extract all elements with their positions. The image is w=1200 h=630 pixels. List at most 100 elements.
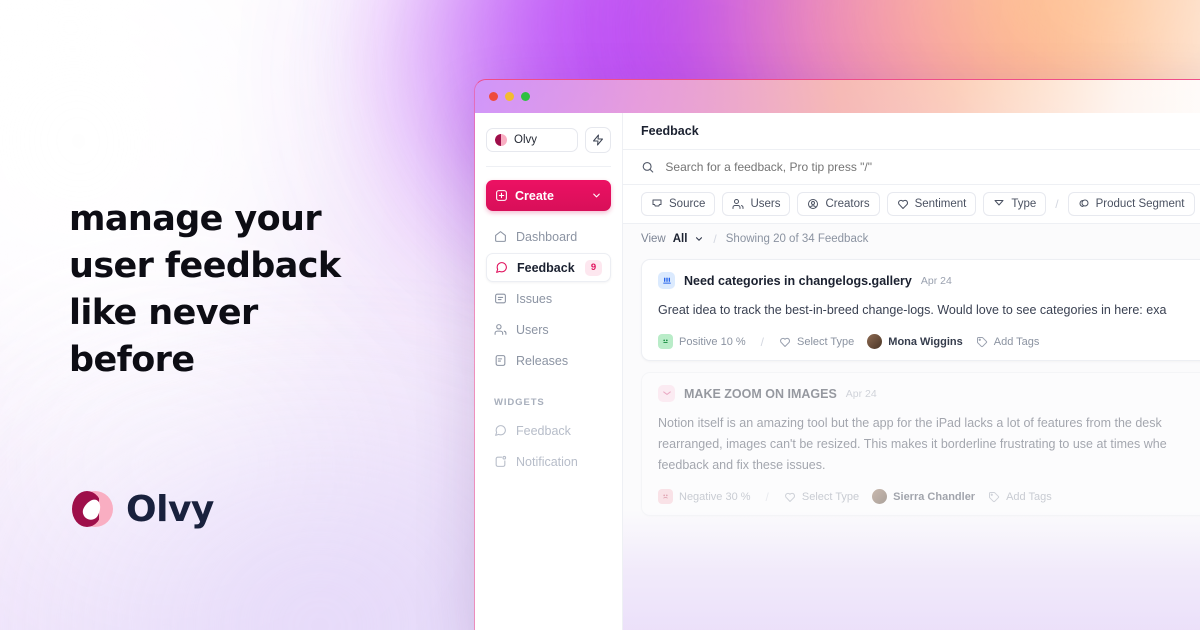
filter-chip-label: Users — [750, 198, 781, 210]
list-card-icon — [495, 293, 506, 304]
workspace-label: Olvy — [514, 134, 537, 146]
sentiment-icon — [897, 199, 908, 209]
window-close-button[interactable] — [489, 92, 498, 101]
filter-triangle-icon — [994, 200, 1004, 206]
widgets-section-title: WIDGETS — [494, 397, 545, 408]
window-maximize-button[interactable] — [521, 92, 530, 101]
sidebar-item-label: Notification — [516, 454, 578, 469]
brand-lockup: Olvy — [69, 487, 214, 531]
feedback-card-header: Need categories in changelogs.gallery Ap… — [658, 272, 1200, 289]
sidebar-item-label: Feedback — [516, 423, 571, 438]
select-type-button[interactable]: Select Type — [779, 336, 854, 348]
tag-icon — [989, 491, 1000, 502]
sidebar-item-widget-notification[interactable]: Notification — [486, 447, 611, 476]
sidebar-item-users[interactable]: Users — [486, 315, 611, 344]
inbox-icon — [652, 199, 662, 207]
create-button-label: Create — [515, 188, 554, 203]
sidebar-item-label: Releases — [516, 353, 569, 368]
tag-icon — [976, 336, 987, 347]
sidebar-item-widget-feedback[interactable]: Feedback — [486, 416, 611, 445]
lightning-bolt-button[interactable] — [585, 127, 611, 153]
home-icon — [495, 231, 506, 242]
sidebar: Olvy Create Dashboard Feedback 9 Issues … — [475, 113, 623, 630]
sentiment-label: Positive 10 % — [679, 335, 746, 348]
tag-outline-icon — [780, 337, 790, 347]
sidebar-item-releases[interactable]: Releases — [486, 346, 611, 375]
chat-bubble-icon — [496, 262, 507, 273]
sidebar-item-issues[interactable]: Issues — [486, 284, 611, 313]
sidebar-item-label: Users — [516, 322, 549, 337]
feedback-body: Notion itself is an amazing tool but the… — [658, 416, 1167, 472]
sidebar-item-feedback[interactable]: Feedback 9 — [486, 253, 611, 282]
users-icon — [494, 324, 507, 335]
filter-chip-label: Type — [1011, 198, 1037, 210]
filter-chip-source[interactable]: Source — [641, 192, 716, 216]
sidebar-nav: Dashboard Feedback 9 Issues Users Releas… — [486, 222, 611, 476]
add-tags-label: Add Tags — [1006, 490, 1052, 503]
sentiment-label: Negative 30 % — [679, 490, 751, 503]
sidebar-item-dashboard[interactable]: Dashboard — [486, 222, 611, 251]
hero-section: manage your user feedback like never bef… — [69, 196, 459, 384]
feedback-card[interactable]: Need categories in changelogs.gallery Ap… — [641, 259, 1200, 361]
feedback-body: Great idea to track the best-in-breed ch… — [658, 303, 1167, 317]
filter-chip-product-segment[interactable]: Product Segment — [1067, 192, 1195, 216]
search-bar[interactable] — [623, 150, 1200, 185]
feedback-card[interactable]: MAKE ZOOM ON IMAGES Apr 24 Notion itself… — [641, 372, 1200, 516]
feedback-date: Apr 24 — [920, 274, 952, 287]
search-input[interactable] — [665, 160, 1200, 174]
window-titlebar — [475, 80, 1200, 113]
chevron-down-icon[interactable] — [694, 234, 704, 244]
select-type-button[interactable]: Select Type — [784, 491, 859, 503]
smiley-negative-icon — [658, 489, 673, 504]
filter-chip-creators[interactable]: Creators — [797, 192, 880, 216]
feedback-author[interactable]: Mona Wiggins — [867, 334, 963, 349]
view-value[interactable]: All — [673, 233, 688, 245]
feedback-card-footer: Negative 30 % / Select Type Sierra Chand… — [658, 489, 1200, 504]
add-tags-button[interactable]: Add Tags — [976, 335, 1040, 348]
feedback-author[interactable]: Sierra Chandler — [872, 489, 975, 504]
create-button[interactable]: Create — [486, 180, 611, 211]
lightning-bolt-icon — [593, 134, 603, 146]
list-fade-overlay — [623, 510, 1200, 630]
chevron-down-icon — [593, 193, 600, 198]
window-minimize-button[interactable] — [505, 92, 514, 101]
filter-separator: / — [1055, 197, 1059, 211]
feedback-title: Need categories in changelogs.gallery — [684, 273, 912, 288]
app-window: Olvy Create Dashboard Feedback 9 Issues … — [474, 79, 1200, 630]
segment-icon — [1079, 199, 1089, 207]
author-name: Sierra Chandler — [893, 490, 976, 503]
page-title: Feedback — [641, 124, 699, 138]
filter-chip-users[interactable]: Users — [722, 192, 791, 216]
view-label: View — [641, 232, 666, 245]
feedback-card-header: MAKE ZOOM ON IMAGES Apr 24 — [658, 385, 1200, 402]
avatar — [867, 334, 883, 349]
add-tags-button[interactable]: Add Tags — [988, 491, 1052, 503]
sidebar-item-label: Issues — [516, 291, 553, 306]
view-separator: / — [713, 231, 717, 246]
feedback-list: Need categories in changelogs.gallery Ap… — [623, 253, 1200, 630]
sentiment-badge[interactable]: Negative 30 % — [658, 489, 751, 504]
creator-icon — [808, 199, 819, 209]
main-header: Feedback — [623, 113, 1200, 150]
main-content: Feedback Source — [623, 113, 1200, 630]
page-headline: manage your user feedback like never bef… — [69, 199, 341, 380]
filter-chip-label: Product Segment — [1095, 198, 1185, 210]
feedback-count-badge: 9 — [585, 259, 602, 276]
window-body: Olvy Create Dashboard Feedback 9 Issues … — [475, 113, 1200, 630]
sidebar-top: Olvy — [486, 113, 611, 167]
filter-chip-label: Sentiment — [914, 198, 967, 210]
add-tags-label: Add Tags — [993, 335, 1040, 348]
select-type-label: Select Type — [801, 490, 860, 503]
brand-name: Olvy — [126, 488, 214, 530]
feedback-date: Apr 24 — [845, 387, 877, 400]
avatar — [872, 489, 888, 504]
workspace-switcher[interactable]: Olvy — [486, 128, 578, 152]
email-source-icon — [658, 385, 675, 402]
filter-chip-type[interactable]: Type — [983, 192, 1047, 216]
release-note-icon — [495, 355, 506, 366]
sentiment-badge[interactable]: Positive 10 % — [658, 334, 746, 349]
filter-chip-sentiment[interactable]: Sentiment — [886, 192, 977, 216]
olvy-logo-mark-icon — [495, 134, 507, 146]
filter-chip-label: Creators — [825, 198, 870, 210]
view-row: View All / Showing 20 of 34 Feedback — [623, 224, 1200, 253]
